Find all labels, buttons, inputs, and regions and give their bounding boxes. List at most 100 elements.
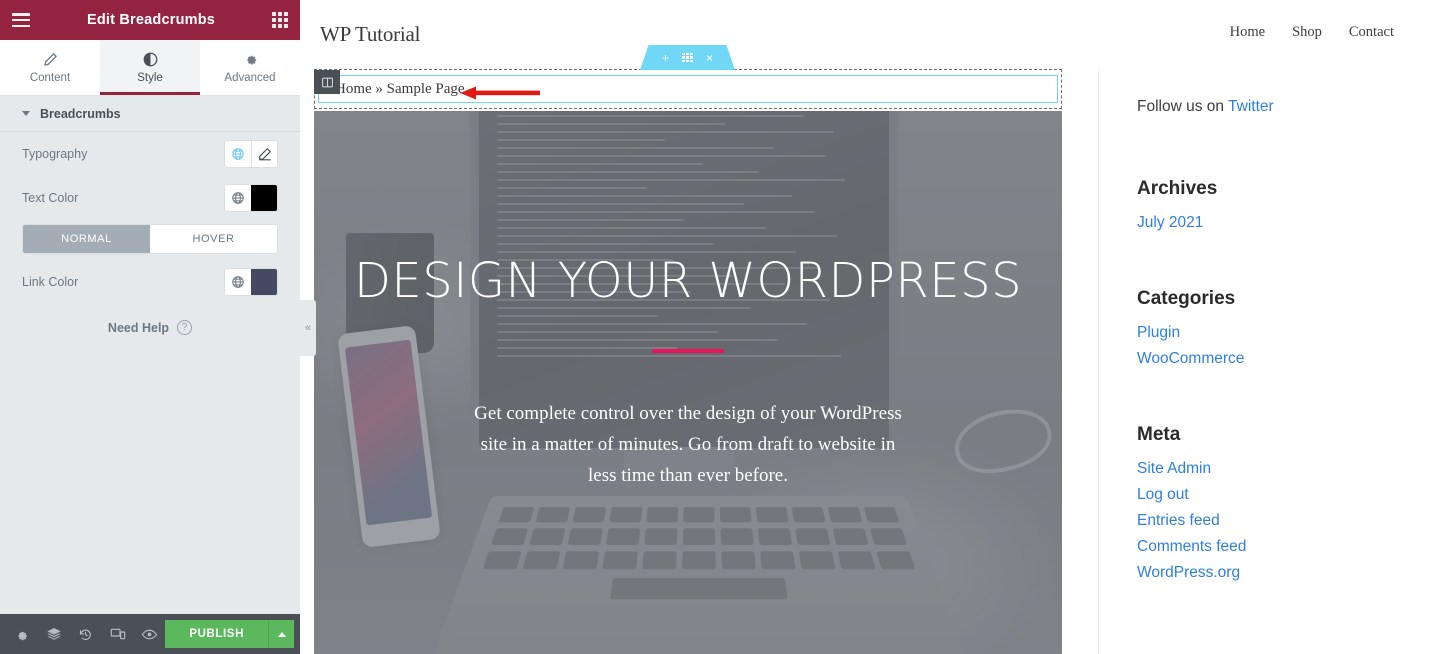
chevron-up-icon: [277, 631, 286, 637]
link-color-swatch[interactable]: [251, 269, 277, 295]
dot: [682, 59, 685, 62]
control-text-color-widgets: [224, 184, 278, 212]
grid-dot: [278, 24, 282, 28]
list-item: WordPress.org: [1137, 564, 1440, 582]
list-item: WooCommerce: [1137, 350, 1440, 368]
nav-item-shop[interactable]: Shop: [1292, 24, 1322, 41]
panel-header: Edit Breadcrumbs: [0, 0, 300, 40]
sidebar-block-meta: Meta Site Admin Log out Entries feed Com…: [1137, 424, 1440, 582]
ham-line: [12, 18, 30, 22]
globe-responsive-icon[interactable]: [225, 141, 251, 167]
archive-link-july-2021[interactable]: July 2021: [1137, 214, 1203, 231]
list-item: July 2021: [1137, 214, 1440, 232]
state-tabs: NORMAL HOVER: [22, 224, 278, 254]
nav-item-contact[interactable]: Contact: [1349, 24, 1394, 41]
grid-dot: [278, 18, 282, 22]
category-link-plugin[interactable]: Plugin: [1137, 324, 1180, 341]
tab-advanced[interactable]: Advanced: [200, 40, 300, 95]
tab-style[interactable]: Style: [100, 40, 200, 95]
grid-dot: [272, 12, 276, 16]
control-text-color: Text Color: [22, 176, 278, 220]
pencil-icon: [43, 52, 58, 67]
history-revisions-icon[interactable]: [70, 614, 102, 654]
breadcrumb[interactable]: Home » Sample Page: [319, 81, 465, 98]
twitter-link[interactable]: Twitter: [1228, 98, 1274, 115]
site-nav: Home Shop Contact: [1230, 24, 1394, 41]
tab-content-label: Content: [29, 71, 71, 84]
responsive-device-icon[interactable]: [102, 614, 134, 654]
tab-content[interactable]: Content: [0, 40, 100, 95]
need-help-label: Need Help: [107, 320, 170, 335]
grid-dot: [284, 24, 288, 28]
category-link-woocommerce[interactable]: WooCommerce: [1137, 350, 1244, 367]
chevron-down-icon: [22, 111, 30, 116]
section-breadcrumbs-header[interactable]: Breadcrumbs: [0, 96, 300, 132]
typography-edit-pencil-icon[interactable]: [251, 141, 277, 167]
columns-layout-icon[interactable]: [314, 70, 340, 94]
meta-link-wordpress-org[interactable]: WordPress.org: [1137, 564, 1240, 581]
meta-link-comments-feed[interactable]: Comments feed: [1137, 538, 1246, 555]
state-tab-normal[interactable]: NORMAL: [23, 225, 150, 253]
tab-advanced-label: Advanced: [224, 71, 276, 84]
follow-us-widget: Follow us on Twitter: [1137, 98, 1440, 116]
layers-navigator-icon[interactable]: [38, 614, 70, 654]
editor-panel: Edit Breadcrumbs Content Style Advanced …: [0, 0, 300, 654]
list-item: Plugin: [1137, 324, 1440, 342]
grid-dot: [284, 12, 288, 16]
dot: [690, 59, 693, 62]
control-text-color-label: Text Color: [22, 191, 79, 205]
hero-section: DESIGN YOUR WORDPRESS Get complete contr…: [314, 111, 1062, 654]
annotation-arrow-icon: [460, 86, 540, 100]
settings-gear-icon[interactable]: [6, 614, 38, 654]
hero-content: DESIGN YOUR WORDPRESS Get complete contr…: [314, 111, 1062, 654]
dot: [690, 56, 693, 59]
meta-list: Site Admin Log out Entries feed Comments…: [1137, 460, 1440, 582]
question-circle-icon: ?: [177, 320, 193, 335]
list-item: Comments feed: [1137, 538, 1440, 556]
panel-title: Edit Breadcrumbs: [86, 12, 216, 28]
control-link-color-widgets: [224, 268, 278, 296]
list-item: Entries feed: [1137, 512, 1440, 530]
globe-responsive-icon[interactable]: [225, 185, 251, 211]
text-color-swatch[interactable]: [251, 185, 277, 211]
site-logo[interactable]: WP Tutorial: [320, 22, 421, 47]
meta-link-log-out[interactable]: Log out: [1137, 486, 1189, 503]
state-tab-hover[interactable]: HOVER: [150, 225, 277, 253]
ham-line: [12, 13, 30, 16]
publish-options-button[interactable]: [268, 620, 294, 648]
list-item: Site Admin: [1137, 460, 1440, 478]
categories-list: Plugin WooCommerce: [1137, 324, 1440, 368]
breadcrumbs-widget[interactable]: Home » Sample Page: [318, 75, 1058, 103]
close-section-icon[interactable]: ×: [706, 52, 713, 64]
link-color-button-group: [224, 268, 278, 296]
panel-footer: PUBLISH: [0, 614, 300, 654]
control-typography: Typography: [22, 132, 278, 176]
control-link-color-label: Link Color: [22, 275, 79, 289]
dot: [686, 53, 689, 56]
dot: [686, 59, 689, 62]
publish-button[interactable]: PUBLISH: [165, 620, 268, 648]
meta-link-site-admin[interactable]: Site Admin: [1137, 460, 1211, 477]
grid-dot: [278, 12, 282, 16]
control-typography-label: Typography: [22, 147, 88, 161]
globe-responsive-icon[interactable]: [225, 269, 251, 295]
add-section-icon[interactable]: +: [662, 52, 669, 64]
categories-heading: Categories: [1137, 288, 1236, 309]
sidebar-block-categories: Categories Plugin WooCommerce: [1137, 288, 1440, 368]
grid-apps-icon[interactable]: [272, 12, 288, 28]
hero-paragraph: Get complete control over the design of …: [474, 403, 902, 486]
panel-empty-space: [0, 335, 300, 614]
eye-preview-icon[interactable]: [133, 614, 165, 654]
section-toolbar: + ×: [640, 45, 735, 70]
meta-link-entries-feed[interactable]: Entries feed: [1137, 512, 1220, 529]
panel-tabs: Content Style Advanced: [0, 40, 300, 96]
site-header: WP Tutorial Home Shop Contact: [300, 0, 1440, 70]
dots-grid-icon[interactable]: [682, 53, 693, 62]
grid-dot: [272, 18, 276, 22]
nav-item-home[interactable]: Home: [1230, 24, 1265, 41]
site-sidebar: Follow us on Twitter Archives July 2021 …: [1098, 70, 1440, 654]
hamburger-icon[interactable]: [12, 13, 30, 27]
panel-collapse-handle[interactable]: «: [300, 300, 316, 356]
elementor-editor-screen: Edit Breadcrumbs Content Style Advanced …: [0, 0, 1440, 654]
need-help-link[interactable]: Need Help ?: [0, 304, 300, 335]
